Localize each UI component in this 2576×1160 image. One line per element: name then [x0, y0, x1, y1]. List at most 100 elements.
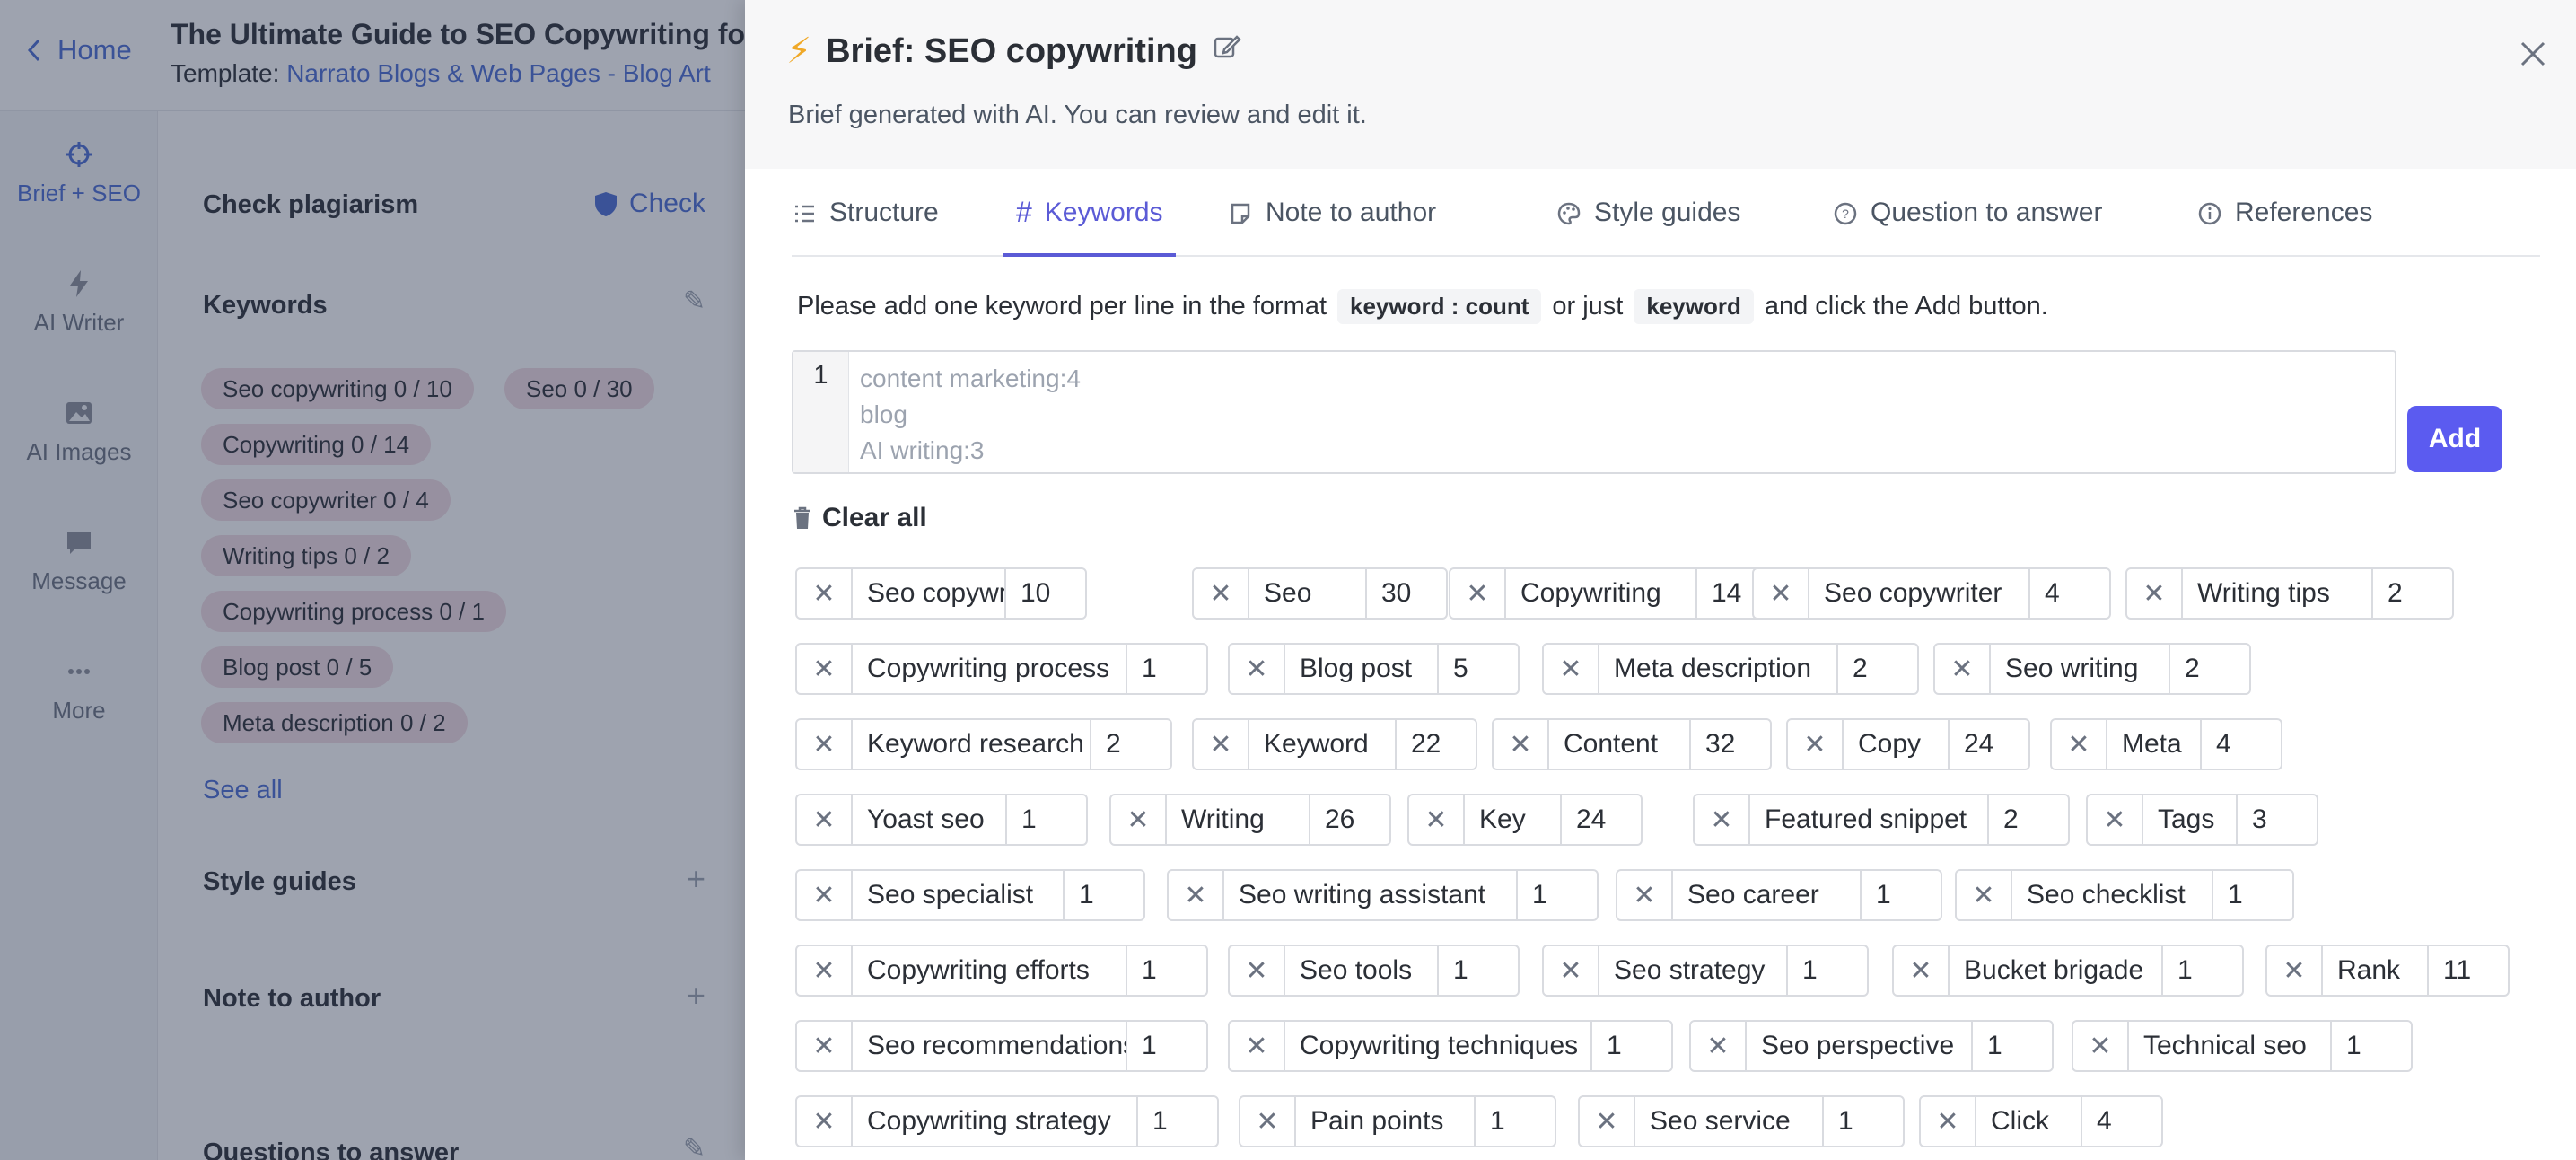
- remove-keyword-icon[interactable]: ✕: [2088, 795, 2143, 844]
- keyword-name-input[interactable]: Seo recommendations: [853, 1022, 1127, 1070]
- keyword-name-input[interactable]: Seo checklist: [2012, 871, 2213, 919]
- keyword-name-input[interactable]: Meta: [2107, 720, 2202, 769]
- keyword-name-input[interactable]: Copywriting: [1506, 569, 1697, 618]
- keyword-name-input[interactable]: Seo writing: [1991, 645, 2170, 693]
- remove-keyword-icon[interactable]: ✕: [1754, 569, 1809, 618]
- remove-keyword-icon[interactable]: ✕: [1494, 720, 1549, 769]
- close-icon[interactable]: [2515, 36, 2551, 72]
- keyword-name-input[interactable]: Seo copywriter: [1809, 569, 2030, 618]
- remove-keyword-icon[interactable]: ✕: [1957, 871, 2012, 919]
- keyword-count-input[interactable]: 1: [2163, 946, 2242, 995]
- remove-keyword-icon[interactable]: ✕: [1450, 569, 1506, 618]
- remove-keyword-icon[interactable]: ✕: [797, 871, 853, 919]
- keyword-name-input[interactable]: Keyword research: [853, 720, 1091, 769]
- keyword-count-input[interactable]: 2: [2373, 569, 2452, 618]
- remove-keyword-icon[interactable]: ✕: [1788, 720, 1844, 769]
- keyword-count-input[interactable]: 1: [1824, 1097, 1903, 1146]
- keyword-count-input[interactable]: 1: [1127, 1022, 1206, 1070]
- keyword-name-input[interactable]: Pain points: [1296, 1097, 1476, 1146]
- keyword-count-input[interactable]: 2: [1989, 795, 2068, 844]
- keyword-name-input[interactable]: Seo perspective: [1747, 1022, 1973, 1070]
- remove-keyword-icon[interactable]: ✕: [2127, 569, 2183, 618]
- keyword-name-input[interactable]: Copywriting techniques: [1285, 1022, 1592, 1070]
- keyword-count-input[interactable]: 1: [1138, 1097, 1217, 1146]
- remove-keyword-icon[interactable]: ✕: [1691, 1022, 1747, 1070]
- keyword-name-input[interactable]: Blog post: [1285, 645, 1439, 693]
- keyword-name-input[interactable]: Seo: [1249, 569, 1367, 618]
- keyword-count-input[interactable]: 26: [1310, 795, 1389, 844]
- keyword-count-input[interactable]: 10: [1006, 569, 1085, 618]
- keyword-name-input[interactable]: Writing tips: [2183, 569, 2373, 618]
- keyword-count-input[interactable]: 3: [2238, 795, 2317, 844]
- keyword-name-input[interactable]: Meta description: [1599, 645, 1838, 693]
- keyword-name-input[interactable]: Click: [1976, 1097, 2082, 1146]
- keyword-count-input[interactable]: 24: [1950, 720, 2028, 769]
- keyword-count-input[interactable]: 1: [1007, 795, 1086, 844]
- keyword-count-input[interactable]: 4: [2082, 1097, 2161, 1146]
- remove-keyword-icon[interactable]: ✕: [1921, 1097, 1976, 1146]
- remove-keyword-icon[interactable]: ✕: [1194, 720, 1249, 769]
- remove-keyword-icon[interactable]: ✕: [1111, 795, 1167, 844]
- remove-keyword-icon[interactable]: ✕: [797, 645, 853, 693]
- keyword-name-input[interactable]: Writing: [1167, 795, 1310, 844]
- keyword-count-input[interactable]: 1: [2332, 1022, 2411, 1070]
- keyword-count-input[interactable]: 4: [2202, 720, 2281, 769]
- keyword-name-input[interactable]: Copywriting strategy: [853, 1097, 1138, 1146]
- remove-keyword-icon[interactable]: ✕: [797, 1022, 853, 1070]
- keyword-name-input[interactable]: Seo specialist: [853, 871, 1065, 919]
- remove-keyword-icon[interactable]: ✕: [797, 795, 853, 844]
- keyword-count-input[interactable]: 1: [1862, 871, 1941, 919]
- remove-keyword-icon[interactable]: ✕: [797, 720, 853, 769]
- remove-keyword-icon[interactable]: ✕: [797, 569, 853, 618]
- remove-keyword-icon[interactable]: ✕: [2073, 1022, 2129, 1070]
- keyword-count-input[interactable]: 1: [1127, 645, 1206, 693]
- keyword-name-input[interactable]: Copywriting process: [853, 645, 1127, 693]
- keyword-count-input[interactable]: 1: [2213, 871, 2292, 919]
- remove-keyword-icon[interactable]: ✕: [797, 1097, 853, 1146]
- keyword-name-input[interactable]: Key: [1465, 795, 1562, 844]
- keyword-count-input[interactable]: 4: [2030, 569, 2109, 618]
- remove-keyword-icon[interactable]: ✕: [1935, 645, 1991, 693]
- tab-references[interactable]: References: [2197, 198, 2372, 257]
- keyword-count-input[interactable]: 1: [1439, 946, 1518, 995]
- keyword-name-input[interactable]: Keyword: [1249, 720, 1397, 769]
- keyword-count-input[interactable]: 1: [1065, 871, 1143, 919]
- keyword-name-input[interactable]: Seo tools: [1285, 946, 1439, 995]
- keyword-name-input[interactable]: Copywriting efforts: [853, 946, 1127, 995]
- remove-keyword-icon[interactable]: ✕: [1230, 1022, 1285, 1070]
- remove-keyword-icon[interactable]: ✕: [1240, 1097, 1296, 1146]
- clear-all-button[interactable]: Clear all: [792, 503, 927, 533]
- keyword-name-input[interactable]: Featured snippet: [1750, 795, 1989, 844]
- keyword-name-input[interactable]: Seo copywriting: [853, 569, 1006, 618]
- keyword-count-input[interactable]: 24: [1562, 795, 1641, 844]
- keyword-count-input[interactable]: 1: [1127, 946, 1206, 995]
- keyword-count-input[interactable]: 1: [1973, 1022, 2052, 1070]
- tab-question-to-answer[interactable]: ? Question to answer: [1833, 198, 2102, 257]
- remove-keyword-icon[interactable]: ✕: [2052, 720, 2107, 769]
- remove-keyword-icon[interactable]: ✕: [1169, 871, 1224, 919]
- tab-style-guides[interactable]: Style guides: [1556, 198, 1740, 257]
- keyword-count-input[interactable]: 1: [1476, 1097, 1555, 1146]
- remove-keyword-icon[interactable]: ✕: [1194, 569, 1249, 618]
- keyword-name-input[interactable]: Copy: [1844, 720, 1950, 769]
- keyword-count-input[interactable]: 1: [1592, 1022, 1671, 1070]
- tab-keywords[interactable]: # Keywords: [1003, 198, 1176, 257]
- keyword-name-input[interactable]: Content: [1549, 720, 1691, 769]
- remove-keyword-icon[interactable]: ✕: [1695, 795, 1750, 844]
- keyword-count-input[interactable]: 2: [2170, 645, 2249, 693]
- tab-note-to-author[interactable]: Note to author: [1228, 198, 1436, 257]
- modal-backdrop[interactable]: [0, 0, 745, 1160]
- keyword-count-input[interactable]: 11: [2429, 946, 2508, 995]
- remove-keyword-icon[interactable]: ✕: [1230, 645, 1285, 693]
- keyword-count-input[interactable]: 22: [1397, 720, 1476, 769]
- tab-structure[interactable]: Structure: [792, 198, 939, 257]
- keyword-count-input[interactable]: 2: [1091, 720, 1170, 769]
- keyword-name-input[interactable]: Seo strategy: [1599, 946, 1788, 995]
- keyword-name-input[interactable]: Yoast seo: [853, 795, 1007, 844]
- keyword-count-input[interactable]: 1: [1788, 946, 1867, 995]
- remove-keyword-icon[interactable]: ✕: [1409, 795, 1465, 844]
- remove-keyword-icon[interactable]: ✕: [797, 946, 853, 995]
- remove-keyword-icon[interactable]: ✕: [2267, 946, 2323, 995]
- keyword-name-input[interactable]: Tags: [2143, 795, 2238, 844]
- edit-title-icon[interactable]: [1212, 31, 1242, 71]
